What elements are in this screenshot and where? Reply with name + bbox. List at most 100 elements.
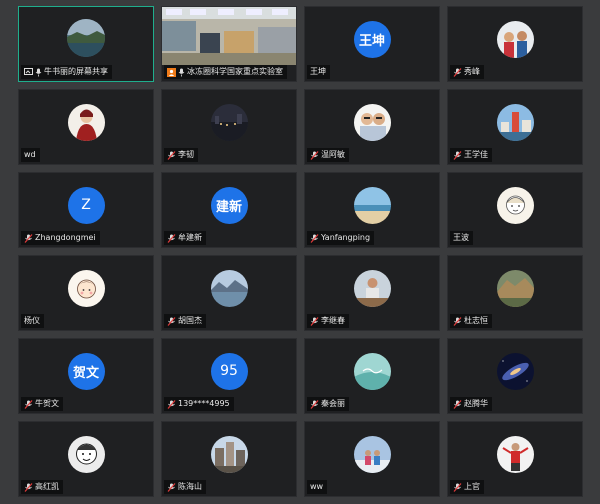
participant-tile[interactable]: 陈海山 bbox=[161, 421, 297, 497]
avatar bbox=[353, 435, 391, 473]
participant-tile[interactable]: 王波 bbox=[447, 172, 583, 248]
participant-tile[interactable]: Z Zhangdongmei bbox=[18, 172, 154, 248]
mic-muted-icon bbox=[453, 67, 462, 77]
participant-tile[interactable]: 李韧 bbox=[161, 89, 297, 165]
participant-name: 牛书丽的屏幕共享 bbox=[44, 67, 108, 76]
participant-tile[interactable]: wd bbox=[18, 89, 154, 165]
avatar bbox=[353, 269, 391, 307]
nameplate: 王波 bbox=[450, 231, 473, 245]
nameplate: 牛书丽的屏幕共享 bbox=[21, 65, 112, 79]
participant-name: 王学佳 bbox=[464, 150, 488, 159]
mic-muted-icon bbox=[453, 399, 462, 409]
participant-name: 王波 bbox=[453, 233, 469, 242]
nameplate: wd bbox=[21, 148, 40, 162]
avatar: 贺文 bbox=[67, 352, 105, 390]
participant-name: 赵腾华 bbox=[464, 399, 488, 408]
nameplate: 胡国杰 bbox=[164, 314, 206, 328]
nameplate: 温阿敏 bbox=[307, 148, 349, 162]
participant-tile-screen-share[interactable]: 牛书丽的屏幕共享 bbox=[18, 6, 154, 82]
nameplate: 陈海山 bbox=[164, 480, 206, 494]
participant-tile[interactable]: 王坤 王坤 bbox=[304, 6, 440, 82]
mic-muted-icon bbox=[167, 399, 176, 409]
mic-muted-icon bbox=[453, 150, 462, 160]
participant-tile[interactable]: 李继春 bbox=[304, 255, 440, 331]
mic-muted-icon bbox=[167, 482, 176, 492]
nameplate: 牛贺文 bbox=[21, 397, 63, 411]
mic-icon bbox=[178, 68, 185, 77]
participant-tile[interactable]: 上官 bbox=[447, 421, 583, 497]
participant-tile[interactable]: 秦会丽 bbox=[304, 338, 440, 414]
participant-tile-video[interactable]: 冰冻圈科学国家重点实验室 bbox=[161, 6, 297, 82]
participant-tile[interactable]: 高红凯 bbox=[18, 421, 154, 497]
avatar bbox=[353, 103, 391, 141]
participant-name: 王坤 bbox=[310, 67, 326, 76]
mic-muted-icon bbox=[310, 233, 319, 243]
nameplate: 高红凯 bbox=[21, 480, 63, 494]
participant-tile[interactable]: 95 139****4995 bbox=[161, 338, 297, 414]
participant-tile[interactable]: ww bbox=[304, 421, 440, 497]
participant-tile[interactable]: Yanfangping bbox=[304, 172, 440, 248]
avatar bbox=[496, 269, 534, 307]
mic-muted-icon bbox=[310, 316, 319, 326]
participant-name: 牟建新 bbox=[178, 233, 202, 242]
participant-name: 陈海山 bbox=[178, 482, 202, 491]
nameplate: 王学佳 bbox=[450, 148, 492, 162]
mic-muted-icon bbox=[24, 233, 33, 243]
participant-tile[interactable]: 秀峰 bbox=[447, 6, 583, 82]
nameplate: 赵腾华 bbox=[450, 397, 492, 411]
nameplate: 秦会丽 bbox=[307, 397, 349, 411]
participant-tile[interactable]: 温阿敏 bbox=[304, 89, 440, 165]
participant-name: 139****4995 bbox=[178, 399, 230, 408]
avatar bbox=[210, 269, 248, 307]
user-badge-icon bbox=[167, 67, 176, 77]
participant-name: 高红凯 bbox=[35, 482, 59, 491]
participant-name: 胡国杰 bbox=[178, 316, 202, 325]
participant-tile[interactable]: 建新 牟建新 bbox=[161, 172, 297, 248]
mic-muted-icon bbox=[310, 150, 319, 160]
participant-name: 温阿敏 bbox=[321, 150, 345, 159]
mic-muted-icon bbox=[310, 399, 319, 409]
nameplate: Zhangdongmei bbox=[21, 231, 100, 245]
mic-icon bbox=[35, 68, 42, 77]
avatar bbox=[496, 103, 534, 141]
participant-name: Zhangdongmei bbox=[35, 233, 96, 242]
mic-muted-icon bbox=[167, 150, 176, 160]
mic-muted-icon bbox=[167, 233, 176, 243]
participant-tile[interactable]: 胡国杰 bbox=[161, 255, 297, 331]
nameplate: 冰冻圈科学国家重点实验室 bbox=[164, 65, 287, 79]
nameplate: Yanfangping bbox=[307, 231, 375, 245]
nameplate: 杜志恒 bbox=[450, 314, 492, 328]
nameplate: 上官 bbox=[450, 480, 484, 494]
avatar bbox=[67, 269, 105, 307]
participant-tile[interactable]: 杜志恒 bbox=[447, 255, 583, 331]
avatar: Z bbox=[67, 186, 105, 224]
nameplate: 139****4995 bbox=[164, 397, 234, 411]
participant-tile[interactable]: 赵腾华 bbox=[447, 338, 583, 414]
participant-grid: 牛书丽的屏幕共享 冰冻圈科学国家重点实验室 王坤 王坤 秀峰 wd 李韧 温阿敏… bbox=[18, 6, 584, 498]
nameplate: 李韧 bbox=[164, 148, 198, 162]
participant-tile[interactable]: 贺文 牛贺文 bbox=[18, 338, 154, 414]
participant-name: 杨仪 bbox=[24, 316, 40, 325]
nameplate: 秀峰 bbox=[450, 65, 484, 79]
participant-name: 牛贺文 bbox=[35, 399, 59, 408]
mic-muted-icon bbox=[167, 316, 176, 326]
participant-name: 秀峰 bbox=[464, 67, 480, 76]
avatar bbox=[353, 352, 391, 390]
participant-name: 李韧 bbox=[178, 150, 194, 159]
avatar bbox=[496, 20, 534, 58]
mic-muted-icon bbox=[453, 482, 462, 492]
video-feed bbox=[162, 7, 296, 65]
avatar: 王坤 bbox=[353, 20, 391, 58]
nameplate: 王坤 bbox=[307, 65, 330, 79]
participant-tile[interactable]: 王学佳 bbox=[447, 89, 583, 165]
participant-name: wd bbox=[24, 150, 36, 159]
avatar bbox=[496, 352, 534, 390]
mic-muted-icon bbox=[453, 316, 462, 326]
avatar bbox=[353, 186, 391, 224]
participant-name: 秦会丽 bbox=[321, 399, 345, 408]
participant-tile[interactable]: 杨仪 bbox=[18, 255, 154, 331]
mic-muted-icon bbox=[24, 482, 33, 492]
participant-name: 冰冻圈科学国家重点实验室 bbox=[187, 67, 283, 76]
nameplate: 杨仪 bbox=[21, 314, 44, 328]
participant-name: ww bbox=[310, 482, 324, 491]
